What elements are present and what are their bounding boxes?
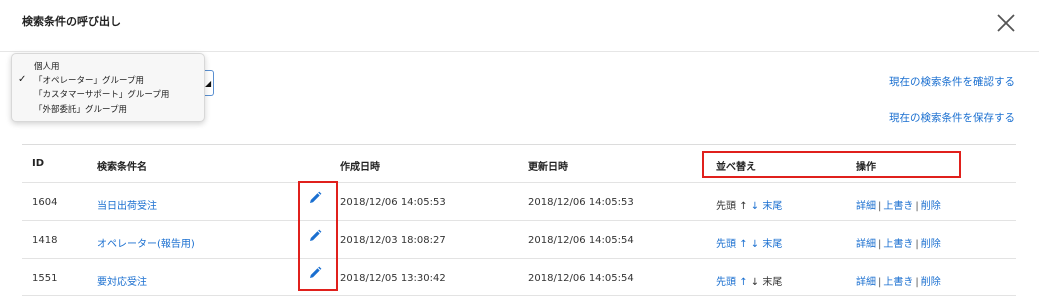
dropdown-option-customer-support[interactable]: 「カスタマーサポート」グループ用 bbox=[12, 88, 206, 102]
detail-link[interactable]: 詳細 bbox=[856, 277, 876, 288]
sort-down[interactable]: ↓ bbox=[751, 239, 759, 250]
delete-link[interactable]: 削除 bbox=[921, 277, 941, 288]
sort-last: 末尾 bbox=[762, 277, 783, 288]
edit-column-highlight bbox=[298, 181, 338, 291]
save-conditions-link[interactable]: 現在の検索条件を保存する bbox=[889, 110, 1015, 125]
row-updated: 2018/12/06 14:05:53 bbox=[528, 197, 634, 208]
delete-link[interactable]: 削除 bbox=[921, 201, 941, 212]
row-name-link[interactable]: 当日出荷受注 bbox=[97, 197, 157, 212]
row-created: 2018/12/05 13:30:42 bbox=[340, 273, 446, 284]
sort-up: ↑ bbox=[739, 201, 748, 212]
dropdown-option-personal[interactable]: 個人用 bbox=[12, 60, 206, 74]
sort-first: 先頭 bbox=[716, 201, 736, 212]
row-id: 1418 bbox=[32, 235, 58, 246]
group-dropdown-menu: 個人用 ✓ 「オペレーター」グループ用 「カスタマーサポート」グループ用 「外部… bbox=[11, 53, 205, 122]
row-divider bbox=[22, 220, 1016, 221]
header-created: 作成日時 bbox=[340, 162, 380, 173]
row-created: 2018/12/03 18:08:27 bbox=[340, 235, 446, 246]
check-icon: ✓ bbox=[18, 74, 27, 85]
modal-title: 検索条件の呼び出し bbox=[22, 15, 121, 28]
row-operations: 詳細 | 上書き | 削除 bbox=[856, 239, 941, 250]
sort-first[interactable]: 先頭 bbox=[716, 277, 736, 288]
sort-ops-header-highlight bbox=[702, 151, 961, 178]
dropdown-option-operator[interactable]: ✓ 「オペレーター」グループ用 bbox=[12, 74, 206, 88]
row-name-link[interactable]: 要対応受注 bbox=[97, 273, 147, 288]
row-divider bbox=[22, 295, 1016, 296]
row-id: 1551 bbox=[32, 273, 58, 284]
row-divider bbox=[22, 182, 1016, 183]
row-name-link[interactable]: オペレーター(報告用) bbox=[97, 235, 195, 250]
delete-link[interactable]: 削除 bbox=[921, 239, 941, 250]
dropdown-option-outsourcing[interactable]: 「外部委託」グループ用 bbox=[12, 103, 206, 117]
sort-last[interactable]: 末尾 bbox=[762, 239, 782, 250]
overwrite-link[interactable]: 上書き bbox=[883, 201, 913, 212]
confirm-conditions-link[interactable]: 現在の検索条件を確認する bbox=[889, 74, 1015, 89]
row-updated: 2018/12/06 14:05:54 bbox=[528, 273, 634, 284]
table-top-border bbox=[22, 144, 1016, 145]
sort-down: ↓ bbox=[750, 277, 760, 288]
header-id: ID bbox=[32, 158, 45, 169]
row-operations: 詳細 | 上書き | 削除 bbox=[856, 201, 941, 212]
close-icon[interactable] bbox=[995, 12, 1017, 34]
sort-up[interactable]: ↑ bbox=[739, 277, 747, 288]
overwrite-link[interactable]: 上書き bbox=[883, 239, 913, 250]
sort-up[interactable]: ↑ bbox=[739, 239, 747, 250]
row-created: 2018/12/06 14:05:53 bbox=[340, 197, 446, 208]
row-updated: 2018/12/06 14:05:54 bbox=[528, 235, 634, 246]
sort-controls: 先頭 ↑ ↓ 末尾 bbox=[716, 197, 782, 212]
row-operations: 詳細 | 上書き | 削除 bbox=[856, 277, 941, 288]
modal-header: 検索条件の呼び出し bbox=[0, 0, 1039, 52]
overwrite-link[interactable]: 上書き bbox=[883, 277, 913, 288]
sort-down[interactable]: ↓ bbox=[751, 201, 759, 212]
header-updated: 更新日時 bbox=[528, 162, 568, 173]
sort-last[interactable]: 末尾 bbox=[762, 201, 782, 212]
sort-first[interactable]: 先頭 bbox=[716, 239, 736, 250]
detail-link[interactable]: 詳細 bbox=[856, 239, 876, 250]
header-name: 検索条件名 bbox=[97, 162, 147, 173]
row-divider bbox=[22, 258, 1016, 259]
sort-controls: 先頭 ↑ ↓ 末尾 bbox=[716, 273, 782, 288]
sort-controls: 先頭 ↑ ↓ 末尾 bbox=[716, 235, 782, 250]
row-id: 1604 bbox=[32, 197, 58, 208]
detail-link[interactable]: 詳細 bbox=[856, 201, 876, 212]
